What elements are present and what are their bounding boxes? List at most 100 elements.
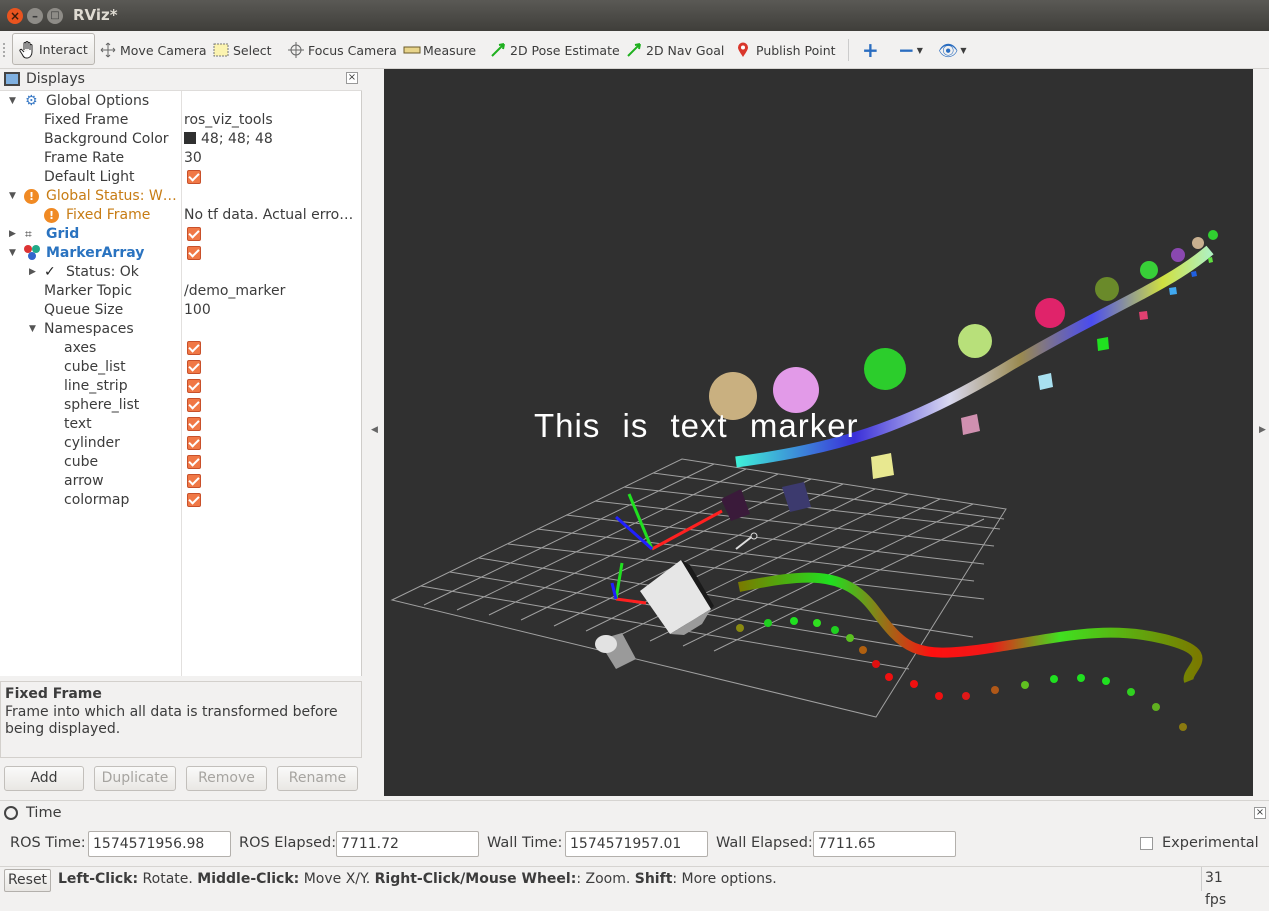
grid-label: Grid <box>46 226 80 242</box>
map-pin-icon <box>736 42 752 58</box>
rename-button[interactable]: Rename <box>277 766 358 791</box>
fixed-frame-value[interactable]: ros_viz_tools <box>184 111 273 130</box>
namespace-row[interactable]: text <box>0 415 360 434</box>
queue-size-value[interactable]: 100 <box>184 301 211 320</box>
tree-row-frame-rate[interactable]: Frame Rate 30 <box>0 149 360 168</box>
tree-row-fixed-frame[interactable]: Fixed Frame ros_viz_tools <box>0 111 360 130</box>
namespace-row[interactable]: line_strip <box>0 377 360 396</box>
close-window-button[interactable]: × <box>7 8 23 24</box>
color-swatch <box>184 132 196 144</box>
close-panel-icon[interactable]: × <box>346 72 358 84</box>
namespace-label: arrow <box>64 473 104 489</box>
tree-row-marker-array[interactable]: ▼ MarkerArray <box>0 244 360 263</box>
namespace-row[interactable]: cylinder <box>0 434 360 453</box>
gear-icon: ⚙ <box>25 93 38 109</box>
namespace-checkbox[interactable] <box>187 379 201 393</box>
namespace-checkbox[interactable] <box>187 398 201 412</box>
toolbar-handle[interactable] <box>3 43 7 57</box>
move-camera-label: Move Camera <box>120 42 207 58</box>
namespace-checkbox[interactable] <box>187 455 201 469</box>
interact-tool-button[interactable]: Interact <box>12 33 95 65</box>
namespace-row[interactable]: cube_list <box>0 358 360 377</box>
select-box-icon <box>213 42 229 58</box>
maximize-window-button[interactable]: □ <box>47 8 63 24</box>
nav-goal-label: 2D Nav Goal <box>646 42 725 58</box>
namespace-checkbox[interactable] <box>187 341 201 355</box>
namespace-row[interactable]: cube <box>0 453 360 472</box>
tree-row-global-options[interactable]: ▼ ⚙ Global Options <box>0 92 360 111</box>
ros-elapsed-label: ROS Elapsed: <box>239 835 337 851</box>
select-tool-button[interactable]: Select <box>213 37 272 63</box>
grid-checkbox[interactable] <box>187 227 201 241</box>
tree-row-default-light[interactable]: Default Light <box>0 168 360 187</box>
publish-point-tool-button[interactable]: Publish Point <box>736 37 836 63</box>
expanded-arrow-icon[interactable]: ▼ <box>9 187 16 206</box>
experimental-checkbox[interactable] <box>1140 837 1153 850</box>
ros-elapsed-field[interactable]: 7711.72 <box>336 831 479 857</box>
namespace-label: cube <box>64 454 99 470</box>
pose-estimate-tool-button[interactable]: 2D Pose Estimate <box>490 37 620 63</box>
reset-button[interactable]: Reset <box>4 869 51 892</box>
expanded-arrow-icon[interactable]: ▼ <box>29 320 36 339</box>
tree-row-grid[interactable]: ▶ ⌗ Grid <box>0 225 360 244</box>
namespace-checkbox[interactable] <box>187 493 201 507</box>
collapsed-arrow-icon[interactable]: ▶ <box>29 263 36 282</box>
minimize-window-button[interactable]: – <box>27 8 43 24</box>
expanded-arrow-icon[interactable]: ▼ <box>9 244 16 263</box>
default-light-label: Default Light <box>44 169 135 185</box>
cube <box>871 453 894 479</box>
background-color-label: Background Color <box>44 131 169 147</box>
tree-row-marker-topic[interactable]: Marker Topic/demo_marker <box>0 282 360 301</box>
measure-tool-button[interactable]: Measure <box>403 37 476 63</box>
background-color-value[interactable]: 48; 48; 48 <box>184 130 273 149</box>
remove-tool-button[interactable]: − ▼ <box>898 37 923 63</box>
default-light-checkbox[interactable] <box>187 170 201 184</box>
fps-counter: 31 fps <box>1201 867 1247 908</box>
status-help-text: Left-Click: Rotate. Middle-Click: Move X… <box>58 871 777 887</box>
move-camera-tool-button[interactable]: Move Camera <box>100 37 207 63</box>
wall-elapsed-field[interactable]: 7711.65 <box>813 831 956 857</box>
shift-key: Shift <box>634 871 673 887</box>
sphere <box>1035 298 1065 328</box>
namespace-row[interactable]: sphere_list <box>0 396 360 415</box>
tree-row-queue-size[interactable]: Queue Size 100 <box>0 301 360 320</box>
expanded-arrow-icon[interactable]: ▼ <box>9 92 16 111</box>
add-button[interactable]: Add <box>4 766 84 791</box>
namespace-checkbox[interactable] <box>187 436 201 450</box>
wall-time-field[interactable]: 1574571957.01 <box>565 831 708 857</box>
hand-pointer-icon <box>19 41 35 59</box>
3d-viewport[interactable]: This is text marker <box>384 69 1253 796</box>
namespace-label: colormap <box>64 492 130 508</box>
ros-time-field[interactable]: 1574571956.98 <box>88 831 231 857</box>
collapse-left-arrow-icon[interactable]: ◀ <box>371 425 378 435</box>
status-bar: Reset Left-Click: Rotate. Middle-Click: … <box>0 866 1269 908</box>
namespace-row[interactable]: axes <box>0 339 360 358</box>
sphere <box>1140 261 1158 279</box>
tree-row-namespaces[interactable]: ▼ Namespaces <box>0 320 360 339</box>
namespace-checkbox[interactable] <box>187 417 201 431</box>
namespace-row[interactable]: arrow <box>0 472 360 491</box>
nav-goal-tool-button[interactable]: 2D Nav Goal <box>626 37 724 63</box>
remove-button[interactable]: Remove <box>186 766 267 791</box>
namespace-checkbox[interactable] <box>187 360 201 374</box>
tree-row-global-status[interactable]: ▼! Global Status: W… <box>0 187 360 206</box>
middle-click-key: Middle-Click: <box>197 871 300 887</box>
collapsed-arrow-icon[interactable]: ▶ <box>9 225 16 244</box>
focus-camera-tool-button[interactable]: Focus Camera <box>288 37 397 63</box>
tree-row-background-color[interactable]: Background Color 48; 48; 48 <box>0 130 360 149</box>
close-panel-icon[interactable]: × <box>1254 807 1266 819</box>
wall-elapsed-label: Wall Elapsed: <box>716 835 813 851</box>
duplicate-button[interactable]: Duplicate <box>94 766 176 791</box>
marker-topic-value[interactable]: /demo_marker <box>184 282 285 301</box>
add-tool-button[interactable]: + <box>862 37 879 63</box>
namespace-checkbox[interactable] <box>187 474 201 488</box>
text-marker: This is text marker <box>534 407 859 444</box>
collapse-right-arrow-icon[interactable]: ▶ <box>1259 425 1266 435</box>
view-options-button[interactable]: 👁 ▼ <box>938 37 966 63</box>
tree-row-status-ok[interactable]: ▶ ✓ Status: Ok <box>0 263 360 282</box>
namespace-row[interactable]: colormap <box>0 491 360 510</box>
tree-row-status-fixed-frame[interactable]: ! Fixed Frame No tf data. Actual erro… <box>0 206 360 225</box>
frame-rate-value[interactable]: 30 <box>184 149 202 168</box>
marker-array-checkbox[interactable] <box>187 246 201 260</box>
move-arrows-icon <box>100 42 116 58</box>
